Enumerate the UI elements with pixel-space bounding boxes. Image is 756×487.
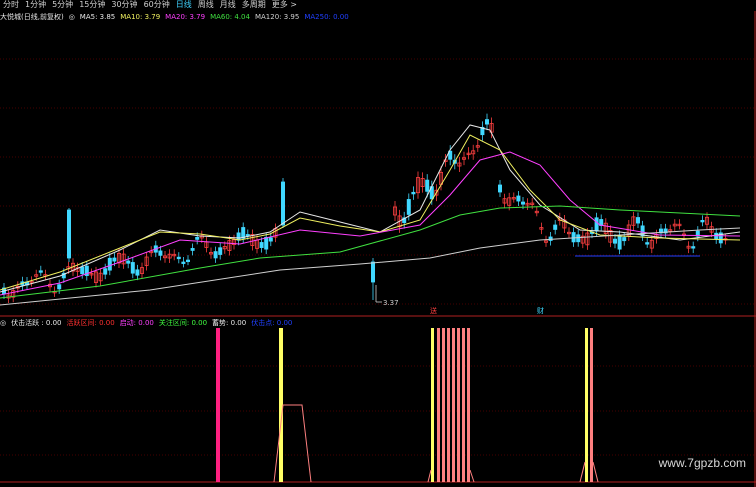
stock-chart-screen: 分时 1分钟 5分钟 15分钟 30分钟 60分钟 日线 周线 月线 多周期 更多 > 大悦城(日线… [0,0,756,487]
candle-body [370,261,375,283]
candle-body [594,217,599,232]
indicator-bar [585,328,588,482]
candle-body [176,256,181,260]
candle-body [553,224,558,230]
candle-body [425,179,430,192]
candle-body [521,201,526,205]
candle-body [617,235,622,250]
candle-body [576,234,581,243]
candle-body [497,184,502,193]
indicator-step [469,469,475,483]
candle-body [80,266,85,275]
candle-body [636,217,641,224]
candle-body [691,246,696,249]
candle-body [135,269,140,276]
low-price-label: 3.37 [383,299,399,307]
candle-body [107,257,112,271]
indicator-step [592,461,599,483]
candle-body [103,268,108,275]
candle-body [613,238,618,244]
indicator-bar [447,328,450,482]
watermark: www.7gpzb.com [658,456,746,470]
indicator-bar [452,328,455,482]
candle-body [57,284,62,290]
candle-body [130,262,135,274]
marker-label: 财 [537,306,544,315]
candle-body [264,236,269,250]
candle-body [185,259,190,262]
candle-body [571,232,576,243]
chart-area[interactable]: 3.37 送 财 [0,0,756,487]
candle-body [548,236,553,241]
indicator-step [579,461,586,483]
indicator-bar [590,328,593,482]
candle-body [411,191,416,195]
candle-body [190,248,195,251]
candle-body [181,261,186,264]
candle-body [213,251,218,259]
candle-body [484,119,489,125]
candle-body [645,242,650,245]
indicator-bar [279,328,283,482]
candle-body [38,270,43,273]
indicator-step [427,469,432,483]
indicator-bar [457,328,460,482]
indicator-bar [216,328,220,482]
candle-body [406,199,411,215]
candle-body [516,195,521,202]
candle-body [158,250,163,256]
indicator-bar [437,328,440,482]
candle-body [195,237,200,240]
indicator-bar [431,328,434,482]
candle-body [700,220,705,223]
candle-body [112,257,117,262]
candle-body [218,247,223,255]
candle-body [280,181,285,226]
marker-label: 送 [430,306,437,315]
candle-body [67,209,72,259]
candle-body [126,260,131,264]
indicator-bar [467,328,470,482]
indicator-bar [442,328,445,482]
indicator-bar [462,328,465,482]
candle-body [259,242,264,248]
candle-body [622,237,627,242]
candle-body [268,237,273,242]
